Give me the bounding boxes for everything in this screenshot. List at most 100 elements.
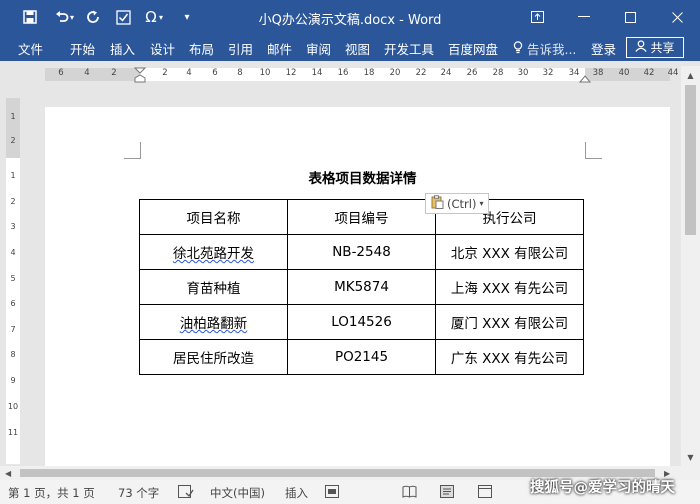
table-row: 徐北苑路开发 NB-2548 北京 XXX 有限公司: [139, 234, 584, 270]
ruler-tick-label: 9: [10, 376, 16, 385]
tab-layout[interactable]: 布局: [189, 39, 214, 58]
table-cell[interactable]: 北京 XXX 有限公司: [435, 234, 584, 270]
ruler-tick-label: 1: [10, 112, 16, 121]
table-cell[interactable]: NB-2548: [287, 234, 436, 270]
table-row: 油柏路翻新 LO14526 厦门 XXX 有限公司: [139, 304, 584, 340]
insert-mode[interactable]: 插入: [285, 485, 308, 501]
tab-view[interactable]: 视图: [345, 39, 370, 58]
lightbulb-icon: [513, 41, 527, 57]
tab-references[interactable]: 引用: [228, 39, 253, 58]
document-title[interactable]: 表格项目数据详情: [0, 167, 700, 187]
cell-text: 油柏路翻新: [179, 316, 248, 332]
ruler-tick-label: 10: [7, 402, 19, 411]
tell-me-label: 告诉我...: [526, 42, 577, 57]
page-count[interactable]: 第 1 页，共 1 页: [8, 485, 95, 501]
ruler-tick-label: 42: [643, 68, 655, 78]
proofing-icon[interactable]: [178, 485, 194, 501]
ruler-tick-label: 4: [186, 68, 192, 78]
chevron-down-icon: ▾: [479, 199, 484, 208]
watermark-text: 搜狐号@爱学习的晴天: [530, 480, 675, 496]
ruler-tick-label: 6: [58, 68, 64, 78]
ruler-tick-label: 4: [84, 68, 90, 78]
tab-review[interactable]: 审阅: [306, 39, 331, 58]
margin-mark-top-left: [124, 142, 141, 159]
print-layout-icon[interactable]: [440, 485, 454, 501]
language-indicator[interactable]: 中文(中国): [210, 485, 265, 501]
table-header-cell[interactable]: 项目名称: [139, 199, 288, 235]
maximize-icon[interactable]: [607, 0, 653, 34]
ruler-tick-label: 4: [10, 248, 16, 257]
table-cell[interactable]: 上海 XXX 有先公司: [435, 269, 584, 305]
close-icon[interactable]: [654, 0, 700, 34]
ruler-tick-label: 22: [415, 68, 427, 78]
table-cell[interactable]: 育苗种植: [139, 269, 288, 305]
share-label: 共享: [650, 41, 675, 55]
share-button[interactable]: 共享: [626, 37, 684, 58]
table-cell[interactable]: 厦门 XXX 有限公司: [435, 304, 584, 340]
ruler-tick-label: 2: [162, 68, 168, 78]
ruler-tick-label: 18: [363, 68, 375, 78]
table-cell[interactable]: 广东 XXX 有先公司: [435, 339, 584, 375]
table-cell[interactable]: 徐北苑路开发: [139, 234, 288, 270]
ruler-tick-label: 32: [542, 68, 554, 78]
ruler-tick-label: 40: [618, 68, 630, 78]
table-cell[interactable]: MK5874: [287, 269, 436, 305]
minimize-icon[interactable]: [561, 0, 607, 34]
ruler-tick-label: 20: [389, 68, 401, 78]
ruler-tick-label: 26: [466, 68, 478, 78]
ruler-tick-label: 8: [237, 68, 243, 78]
paste-options-button[interactable]: (Ctrl) ▾: [425, 193, 490, 214]
user-icon: [635, 40, 648, 55]
scroll-up-icon[interactable]: ▲: [681, 68, 700, 82]
tab-mailings[interactable]: 邮件: [267, 39, 292, 58]
title-bar: ▾ Ω ▾ ▾ 小Q办公演示文稿.docx - Word: [0, 0, 700, 34]
ruler-tick-label: 2: [111, 68, 117, 78]
horizontal-ruler[interactable]: 6 4 2 2 4 6 8 10 12 14 16 18 20 22 24 26…: [0, 65, 700, 85]
tab-developer[interactable]: 开发工具: [384, 39, 434, 58]
scrollbar-thumb[interactable]: [685, 85, 696, 235]
tell-me-search[interactable]: 告诉我...: [513, 39, 576, 58]
table-row: 居民住所改造 PO2145 广东 XXX 有先公司: [139, 339, 584, 375]
ruler-tick-label: 2: [10, 136, 16, 145]
right-indent-marker-icon[interactable]: [579, 74, 591, 83]
tab-insert[interactable]: 插入: [110, 39, 135, 58]
ruler-tick-label: 7: [10, 325, 16, 334]
data-table[interactable]: 项目名称 项目编号 执行公司 徐北苑路开发 NB-2548 北京 XXX 有限公…: [139, 199, 584, 375]
ruler-tick-label: 11: [7, 428, 19, 437]
tab-file[interactable]: 文件: [18, 39, 43, 58]
scroll-down-icon[interactable]: ▼: [681, 450, 700, 464]
ruler-tick-label: 6: [10, 299, 16, 308]
vertical-ruler-margin: [6, 98, 20, 158]
scroll-left-icon[interactable]: ◀: [5, 466, 17, 480]
ruler-tick-label: 16: [337, 68, 349, 78]
table-cell[interactable]: 油柏路翻新: [139, 304, 288, 340]
ruler-tick-label: 10: [259, 68, 271, 78]
margin-mark-top-right: [585, 142, 602, 159]
macro-icon[interactable]: [325, 485, 339, 501]
clipboard-icon: [431, 195, 444, 212]
ruler-tick-label: 28: [492, 68, 504, 78]
word-count[interactable]: 73 个字: [118, 485, 159, 501]
table-cell[interactable]: LO14526: [287, 304, 436, 340]
web-layout-icon[interactable]: [478, 485, 492, 501]
ruler-tick-label: 8: [10, 350, 16, 359]
table-cell[interactable]: PO2145: [287, 339, 436, 375]
tab-home[interactable]: 开始: [70, 39, 95, 58]
cell-text: 徐北苑路开发: [173, 246, 254, 262]
ruler-tick-label: 24: [440, 68, 452, 78]
tab-design[interactable]: 设计: [150, 39, 175, 58]
ruler-tick-label: 2: [10, 197, 16, 206]
ruler-tick-label: 38: [592, 68, 604, 78]
read-mode-icon[interactable]: [402, 485, 417, 501]
tab-baidu-netdisk[interactable]: 百度网盘: [448, 39, 498, 58]
table-cell[interactable]: 居民住所改造: [139, 339, 288, 375]
ruler-tick-label: 6: [212, 68, 218, 78]
ruler-tick-label: 12: [285, 68, 297, 78]
login-link[interactable]: 登录: [591, 39, 616, 58]
ruler-tick-label: 44: [667, 68, 679, 78]
ruler-tick-label: 5: [10, 274, 16, 283]
table-header-cell[interactable]: 项目编号: [287, 199, 436, 235]
indent-marker-icon[interactable]: [134, 67, 146, 83]
ribbon-display-icon[interactable]: [514, 0, 560, 34]
paste-options-label: (Ctrl): [447, 196, 477, 211]
